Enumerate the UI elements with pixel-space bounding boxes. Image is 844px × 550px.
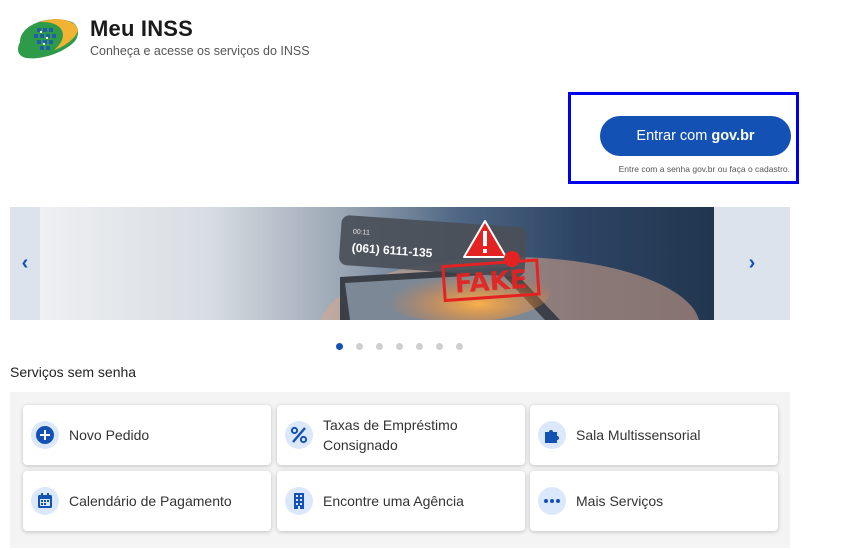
services-section-title: Serviços sem senha <box>10 364 137 380</box>
puzzle-icon <box>538 421 566 449</box>
login-hint: Entre com a senha gov.br ou faça o cadas… <box>618 164 790 174</box>
chevron-right-icon: › <box>748 252 756 274</box>
carousel-dot-6[interactable] <box>436 343 443 350</box>
service-label: Novo Pedido <box>69 427 150 443</box>
percent-icon <box>285 421 313 449</box>
inss-logo <box>10 12 82 64</box>
carousel-prev-button[interactable]: ‹ <box>10 207 40 320</box>
fake-stamp-text: FAKE <box>454 265 529 300</box>
carousel-dot-3[interactable] <box>376 343 383 350</box>
carousel-slide-fake-call[interactable]: 00:11 (061) 6111-135 FAKE <box>40 207 714 320</box>
call-time-text: 00:11 <box>353 229 371 237</box>
service-encontre-agencia[interactable]: Encontre uma Agência <box>277 471 525 531</box>
login-button-prefix: Entrar com <box>636 128 708 144</box>
login-govbr-button[interactable]: Entrar com gov.br <box>600 116 791 156</box>
ellipsis-icon <box>538 487 566 515</box>
service-label: Calendário de Pagamento <box>69 493 232 509</box>
carousel-dot-7[interactable] <box>456 343 463 350</box>
carousel-dot-2[interactable] <box>356 343 363 350</box>
service-mais-servicos[interactable]: Mais Serviços <box>530 471 778 531</box>
login-highlight-box: Entrar com gov.br Entre com a senha gov.… <box>568 92 799 184</box>
app-title: Meu INSS <box>90 16 194 41</box>
service-calendario-pagamento[interactable]: Calendário de Pagamento <box>23 471 271 531</box>
service-label: Sala Multissensorial <box>576 427 701 443</box>
header: Meu INSS Conheça e acesse os serviços do… <box>10 10 310 66</box>
carousel-dot-5[interactable] <box>416 343 423 350</box>
carousel-dot-4[interactable] <box>396 343 403 350</box>
banner-carousel: ‹ 00:11 (061) 6111-135 FAKE › <box>10 207 790 320</box>
login-button-brand: gov.br <box>711 128 755 144</box>
carousel-next-button[interactable]: › <box>714 207 790 320</box>
service-sala-multissensorial[interactable]: Sala Multissensorial <box>530 405 778 465</box>
service-novo-pedido[interactable]: Novo Pedido <box>23 405 271 465</box>
app-subtitle: Conheça e acesse os serviços do INSS <box>90 44 310 58</box>
service-label: Encontre uma Agência <box>323 493 464 509</box>
calendar-icon <box>31 487 59 515</box>
service-label: Mais Serviços <box>576 493 664 509</box>
chevron-left-icon: ‹ <box>21 252 29 274</box>
brand-text: Meu INSS Conheça e acesse os serviços do… <box>90 17 310 59</box>
services-panel: Novo Pedido Taxas de Empréstimo Consigna… <box>10 392 790 548</box>
building-icon <box>285 487 313 515</box>
plus-circle-icon <box>31 421 59 449</box>
service-label: Taxas de Empréstimo Consignado <box>323 417 458 453</box>
carousel-pagination <box>336 343 463 350</box>
carousel-dot-1[interactable] <box>336 343 343 350</box>
service-taxas-emprestimo[interactable]: Taxas de Empréstimo Consignado <box>277 405 525 465</box>
